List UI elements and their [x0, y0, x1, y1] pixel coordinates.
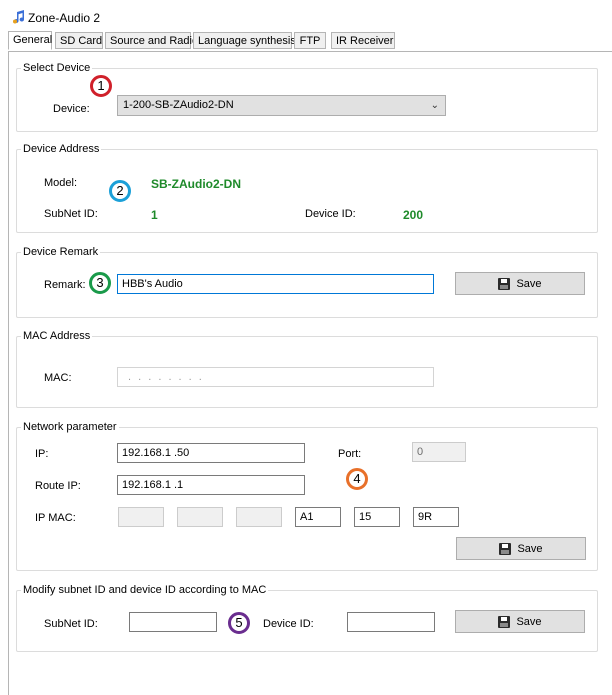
ip-input[interactable]: 192.168.1 .50	[117, 443, 305, 463]
port-input[interactable]: 0	[412, 442, 466, 462]
ip-mac-field-4[interactable]: A1	[295, 507, 341, 527]
mac-label: MAC:	[44, 372, 72, 384]
network-save-button[interactable]: Save	[456, 537, 586, 560]
ip-mac-field-2[interactable]	[177, 507, 223, 527]
ip-mac-value: 15	[359, 511, 372, 523]
remark-input[interactable]: HBB's Audio	[117, 274, 434, 294]
ip-input-value: 192.168.1 .50	[122, 447, 190, 459]
save-icon	[498, 615, 511, 628]
annotation-badge-4: 4	[346, 468, 368, 490]
port-label: Port:	[338, 448, 362, 460]
annotation-badge-3: 3	[89, 272, 111, 294]
ip-label: IP:	[35, 448, 49, 460]
ip-mac-value: A1	[300, 511, 314, 523]
ip-mac-value: 9R	[418, 511, 433, 523]
group-title: Device Address	[21, 143, 102, 155]
badge-label: 5	[235, 615, 243, 630]
badge-label: 4	[353, 471, 361, 486]
tab-label: IR Receiver	[336, 35, 394, 47]
ip-mac-label: IP MAC:	[35, 512, 76, 524]
tab-ir-receiver[interactable]: IR Receiver	[331, 32, 395, 49]
modify-device-id-input[interactable]	[347, 612, 435, 632]
save-button-label: Save	[517, 542, 543, 555]
modify-subnet-id-input[interactable]	[129, 612, 217, 632]
annotation-badge-5: 5	[228, 612, 250, 634]
badge-label: 2	[116, 183, 124, 198]
mac-input[interactable]: . . . . . . . .	[117, 367, 434, 387]
tab-language-synthesis[interactable]: Language synthesis	[193, 32, 296, 49]
ip-mac-field-1[interactable]	[118, 507, 164, 527]
tab-general[interactable]: General	[8, 31, 52, 50]
tab-label: FTP	[299, 35, 321, 47]
badge-label: 1	[97, 78, 105, 93]
remark-input-value: HBB's Audio	[122, 278, 183, 290]
tab-label: Source and Radio	[110, 35, 199, 47]
badge-label: 3	[96, 275, 104, 290]
port-input-value: 0	[417, 446, 424, 458]
group-title: Device Remark	[21, 246, 101, 258]
model-value: SB-ZAudio2-DN	[151, 177, 241, 191]
ip-mac-field-3[interactable]	[236, 507, 282, 527]
group-title: Modify subnet ID and device ID according…	[21, 584, 269, 596]
tab-sd-card[interactable]: SD Card	[55, 32, 103, 49]
save-icon	[498, 277, 511, 290]
device-label: Device:	[53, 103, 90, 115]
subnet-id-label: SubNet ID:	[44, 208, 98, 220]
title-bar: Zone-Audio 2	[0, 0, 612, 30]
group-title: Network parameter	[21, 421, 119, 433]
device-select[interactable]: 1-200-SB-ZAudio2-DN ⌄	[117, 95, 446, 116]
subnet-id-value: 1	[151, 208, 158, 222]
save-button-label: Save	[516, 615, 542, 628]
modify-device-id-label: Device ID:	[263, 618, 314, 630]
mac-input-value: . . . . . . . .	[128, 371, 204, 383]
device-id-value: 200	[403, 208, 424, 222]
remark-label: Remark:	[44, 279, 86, 291]
modify-subnet-id-label: SubNet ID:	[44, 618, 98, 630]
annotation-badge-2: 2	[109, 180, 131, 202]
route-ip-input[interactable]: 192.168.1 .1	[117, 475, 305, 495]
model-label: Model:	[44, 177, 78, 189]
route-ip-label: Route IP:	[35, 480, 81, 492]
tab-ftp[interactable]: FTP	[294, 32, 326, 49]
window-title: Zone-Audio 2	[28, 11, 101, 25]
music-note-icon	[13, 10, 24, 24]
ip-mac-field-5[interactable]: 15	[354, 507, 400, 527]
tab-label: General	[13, 34, 53, 46]
chevron-down-icon: ⌄	[430, 100, 439, 111]
tab-label: SD Card	[60, 35, 103, 47]
annotation-badge-1: 1	[90, 75, 112, 97]
route-ip-input-value: 192.168.1 .1	[122, 479, 184, 491]
device-select-value: 1-200-SB-ZAudio2-DN	[123, 99, 234, 111]
device-address-group: Device Address	[16, 143, 598, 233]
save-button-label: Save	[516, 277, 542, 290]
tab-label: Language synthesis	[198, 35, 296, 47]
ip-mac-field-6[interactable]: 9R	[413, 507, 459, 527]
remark-save-button[interactable]: Save	[455, 272, 585, 295]
group-title: Select Device	[21, 62, 93, 74]
group-title: MAC Address	[21, 330, 93, 342]
modify-save-button[interactable]: Save	[455, 610, 585, 633]
save-icon	[499, 542, 512, 555]
tab-source-and-radio[interactable]: Source and Radio	[105, 32, 198, 49]
device-id-label: Device ID:	[305, 208, 356, 220]
